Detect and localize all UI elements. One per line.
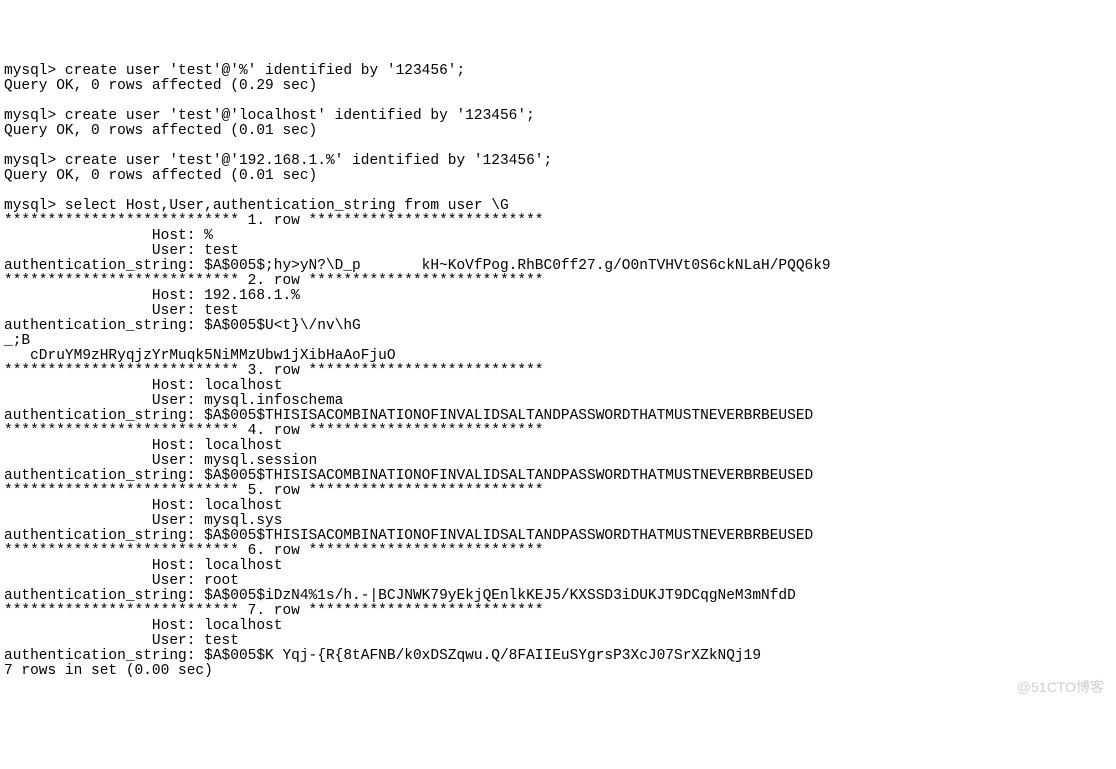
terminal-line [4, 94, 1112, 109]
watermark-text: @51CTO博客 [1017, 680, 1104, 695]
terminal-line: 7 rows in set (0.00 sec) [4, 664, 1112, 679]
terminal-line: authentication_string: $A$005$THISISACOM… [4, 529, 1112, 544]
terminal-line: authentication_string: $A$005$K Yqj-{R{8… [4, 649, 1112, 664]
terminal-line: User: test [4, 244, 1112, 259]
terminal-line: *************************** 1. row *****… [4, 214, 1112, 229]
terminal-line: authentication_string: $A$005$THISISACOM… [4, 409, 1112, 424]
terminal-line: mysql> create user 'test'@'192.168.1.%' … [4, 154, 1112, 169]
terminal-line: Query OK, 0 rows affected (0.29 sec) [4, 79, 1112, 94]
terminal-line: *************************** 3. row *****… [4, 364, 1112, 379]
terminal-line: Host: localhost [4, 499, 1112, 514]
terminal-line: *************************** 4. row *****… [4, 424, 1112, 439]
terminal-line [4, 184, 1112, 199]
terminal-line: User: root [4, 574, 1112, 589]
terminal-line: mysql> create user 'test'@'%' identified… [4, 64, 1112, 79]
terminal-line: authentication_string: $A$005$;hy>yN?\D_… [4, 259, 1112, 274]
terminal-line: *************************** 6. row *****… [4, 544, 1112, 559]
terminal-line [4, 139, 1112, 154]
terminal-line: User: mysql.sys [4, 514, 1112, 529]
terminal-line: User: mysql.infoschema [4, 394, 1112, 409]
terminal-line: *************************** 2. row *****… [4, 274, 1112, 289]
terminal-line: _;B [4, 334, 1112, 349]
terminal-line: User: test [4, 634, 1112, 649]
terminal-line: authentication_string: $A$005$U<t}\/nv\h… [4, 319, 1112, 334]
terminal-line: User: mysql.session [4, 454, 1112, 469]
terminal-line: authentication_string: $A$005$THISISACOM… [4, 469, 1112, 484]
terminal-line: User: test [4, 304, 1112, 319]
terminal-line: Host: localhost [4, 559, 1112, 574]
terminal-line: *************************** 7. row *****… [4, 604, 1112, 619]
terminal-line: *************************** 5. row *****… [4, 484, 1112, 499]
terminal-line: authentication_string: $A$005$iDzN4%1s/h… [4, 589, 1112, 604]
terminal-line: Host: localhost [4, 379, 1112, 394]
terminal-line: mysql> select Host,User,authentication_s… [4, 199, 1112, 214]
terminal-line: Host: localhost [4, 619, 1112, 634]
terminal-line: Host: 192.168.1.% [4, 289, 1112, 304]
terminal-line: Query OK, 0 rows affected (0.01 sec) [4, 169, 1112, 184]
terminal-line: Host: % [4, 229, 1112, 244]
terminal-line: Host: localhost [4, 439, 1112, 454]
terminal-line: Query OK, 0 rows affected (0.01 sec) [4, 124, 1112, 139]
terminal-line: cDruYM9zHRyqjzYrMuqk5NiMMzUbw1jXibHaAoFj… [4, 349, 1112, 364]
terminal-output: mysql> create user 'test'@'%' identified… [4, 64, 1112, 679]
terminal-line: mysql> create user 'test'@'localhost' id… [4, 109, 1112, 124]
